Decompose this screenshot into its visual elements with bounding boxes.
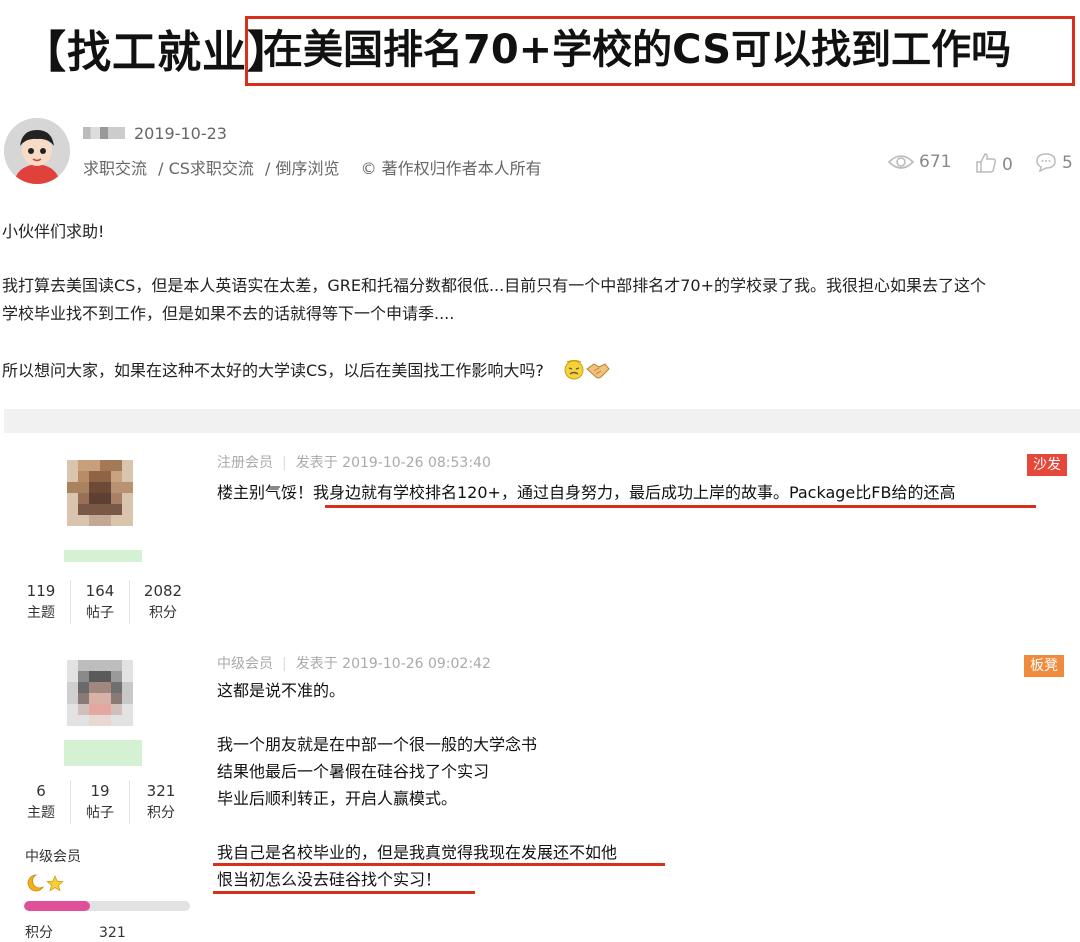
copyright-notice: © 著作权归作者本人所有 xyxy=(360,159,542,178)
reply-2-stat-topics[interactable]: 6 主题 xyxy=(12,780,71,824)
reply-2-stat-points[interactable]: 321 积分 xyxy=(130,780,192,824)
reply-2-floor-badge[interactable]: 板凳 xyxy=(1024,655,1064,677)
reply-2-user-stats: 6 主题 19 帖子 321 积分 xyxy=(12,780,192,824)
reply-2-author-panel: 6 主题 19 帖子 321 积分 中级会员 积分 321 xyxy=(4,633,200,941)
reply-1-stat-posts[interactable]: 164 帖子 xyxy=(71,580,130,624)
reply-2-role: 中级会员 xyxy=(217,656,273,672)
comment-bubble-icon[interactable] xyxy=(1035,152,1057,177)
reply-2-timestamp: 发表于 2019-10-26 09:02:42 xyxy=(295,656,491,672)
reply-2-line-4: 毕业后顺利转正，开启人赢模式。 xyxy=(217,789,458,808)
reply-1-meta: 注册会员 | 发表于 2019-10-26 08:53:40 xyxy=(217,455,491,471)
reply-2-group-badge xyxy=(64,740,142,766)
like-count[interactable]: 0 xyxy=(975,152,1013,179)
view-count: 671 xyxy=(887,152,951,176)
headline-title: 在美国排名70+学校的CS可以找到工作吗 xyxy=(263,27,1012,73)
post-date: 2019-10-23 xyxy=(134,124,227,143)
reply-1-floor-badge[interactable]: 沙发 xyxy=(1027,454,1067,476)
thumbs-up-icon[interactable] xyxy=(975,152,997,179)
reply-1-timestamp: 发表于 2019-10-26 08:53:40 xyxy=(295,455,491,471)
author-avatar[interactable] xyxy=(4,118,70,184)
reply-2-level-label: 中级会员 xyxy=(25,849,81,865)
comment-count[interactable]: 5 xyxy=(1035,152,1073,177)
reply-1-stat-topics[interactable]: 119 主题 xyxy=(12,580,71,624)
breadcrumb-reverse-order[interactable]: / 倒序浏览 xyxy=(265,159,339,178)
post-separator xyxy=(4,409,1080,433)
reply-2-line-5: 我自己是名校毕业的，但是我真觉得我现在发展还不如他 xyxy=(217,843,618,862)
post-paragraph-2a: 我打算去美国读CS，但是本人英语实在太差，GRE和托福分数都很低...目前只有一… xyxy=(2,276,986,295)
reply-2-stat-posts[interactable]: 19 帖子 xyxy=(71,780,130,824)
reply-1-user-stats: 119 主题 164 帖子 2082 积分 xyxy=(12,580,196,624)
breadcrumb-cs-jobs[interactable]: / CS求职交流 xyxy=(158,159,254,178)
reply-2-level-progress-fill xyxy=(24,901,91,911)
reply-2-line-3: 结果他最后一个暑假在硅谷找了个实习 xyxy=(217,762,490,781)
reply-2-meta: 中级会员 | 发表于 2019-10-26 09:02:42 xyxy=(217,656,491,672)
headline: 【找工就业】 在美国排名70+学校的CS可以找到工作吗 xyxy=(0,0,1080,96)
author-name-blurred[interactable] xyxy=(83,127,125,139)
reply-2-points-row: 积分 321 xyxy=(25,925,126,941)
reply-1-group-badge xyxy=(64,550,142,562)
reply-1-stat-points[interactable]: 2082 积分 xyxy=(130,580,196,624)
post-paragraph-3: 所以想问大家，如果在这种不太好的大学读CS，以后在美国找工作影响大吗? xyxy=(2,357,610,385)
breadcrumb-jobs[interactable]: 求职交流 xyxy=(83,159,147,178)
reply-2-line-1: 这都是说不准的。 xyxy=(217,681,346,700)
sweat-face-emoji-icon xyxy=(563,359,585,381)
moon-star-rank-icon xyxy=(24,872,70,898)
reply-1-avatar[interactable] xyxy=(67,460,133,526)
reply-1-author-panel: 119 主题 164 帖子 2082 积分 xyxy=(4,433,200,631)
post-paragraph-1: 小伙伴们求助! xyxy=(2,222,105,241)
breadcrumb: 求职交流 / CS求职交流 / 倒序浏览 © 著作权归作者本人所有 xyxy=(83,155,548,179)
reply-2-highlight-underline-2 xyxy=(213,891,475,894)
handshake-emoji-icon xyxy=(585,359,610,381)
reply-1-role: 注册会员 xyxy=(217,455,273,471)
post-paragraph-2b: 学校毕业找不到工作，但是如果不去的话就得等下一个申请季.... xyxy=(2,304,455,323)
reply-2-level-progress xyxy=(24,901,190,911)
reply-2-line-6: 恨当初怎么没去硅谷找个实习！ xyxy=(217,870,442,889)
eye-icon xyxy=(887,153,915,176)
reply-2-line-2: 我一个朋友就是在中部一个很一般的大学念书 xyxy=(217,735,538,754)
reply-2-avatar[interactable] xyxy=(67,660,133,726)
reply-1-text: 楼主别气馁！我身边就有学校排名120+，通过自身努力，最后成功上岸的故事。Pac… xyxy=(217,483,956,502)
reply-1-highlight-underline xyxy=(325,505,1036,508)
